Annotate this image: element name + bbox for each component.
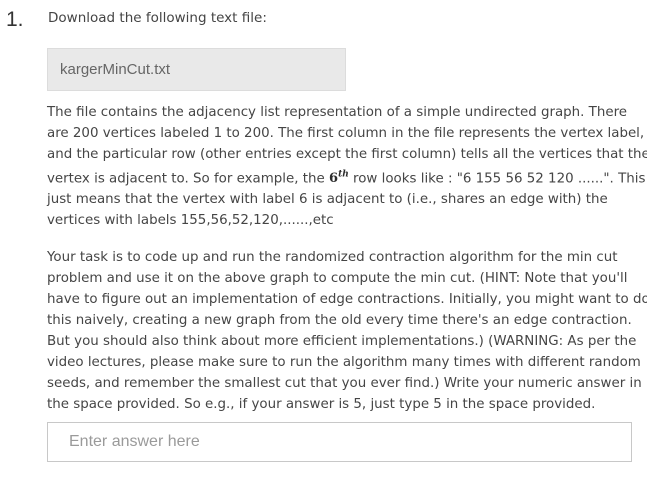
paragraph-line: problem and use it on the above graph to… [47,271,628,286]
paragraph-line: seeds, and remember the smallest cut tha… [47,376,642,391]
text-fragment: row looks like : "6 155 56 52 120 ......… [348,171,646,187]
paragraph-line: and the particular row (other entries ex… [47,147,647,162]
paragraph-line: vertices with labels 155,56,52,120,.....… [47,213,334,229]
question-prompt: Download the following text file: [48,10,267,26]
task-paragraph: Your task is to code up and run the rand… [47,247,647,415]
description-paragraph: The file contains the adjacency list rep… [47,102,647,231]
paragraph-line: have to figure out an implementation of … [47,292,647,307]
paragraph-line: But you should also think about more eff… [47,334,637,349]
paragraph-line: are 200 vertices labeled 1 to 200. The f… [47,126,645,141]
ordinal-number: 6 [329,171,339,187]
question-number: 1. [6,8,24,31]
paragraph-line: vertex is adjacent to. So for example, t… [47,165,645,189]
download-file-link[interactable]: kargerMinCut.txt [47,48,346,91]
answer-input[interactable] [47,422,632,462]
paragraph-line: video lectures, please make sure to run … [47,355,641,370]
paragraph-line: this naively, creating a new graph from … [47,313,632,328]
paragraph-line: just means that the vertex with label 6 … [47,192,608,208]
paragraph-line: the space provided. So e.g., if your ans… [47,397,596,412]
ordinal-suffix: th [338,170,349,180]
paragraph-line: Your task is to code up and run the rand… [47,250,618,265]
paragraph-line: The file contains the adjacency list rep… [47,105,628,120]
file-name: kargerMinCut.txt [60,61,171,78]
ordinal-math: 6th [329,170,349,187]
text-fragment: vertex is adjacent to. So for example, t… [47,171,330,187]
